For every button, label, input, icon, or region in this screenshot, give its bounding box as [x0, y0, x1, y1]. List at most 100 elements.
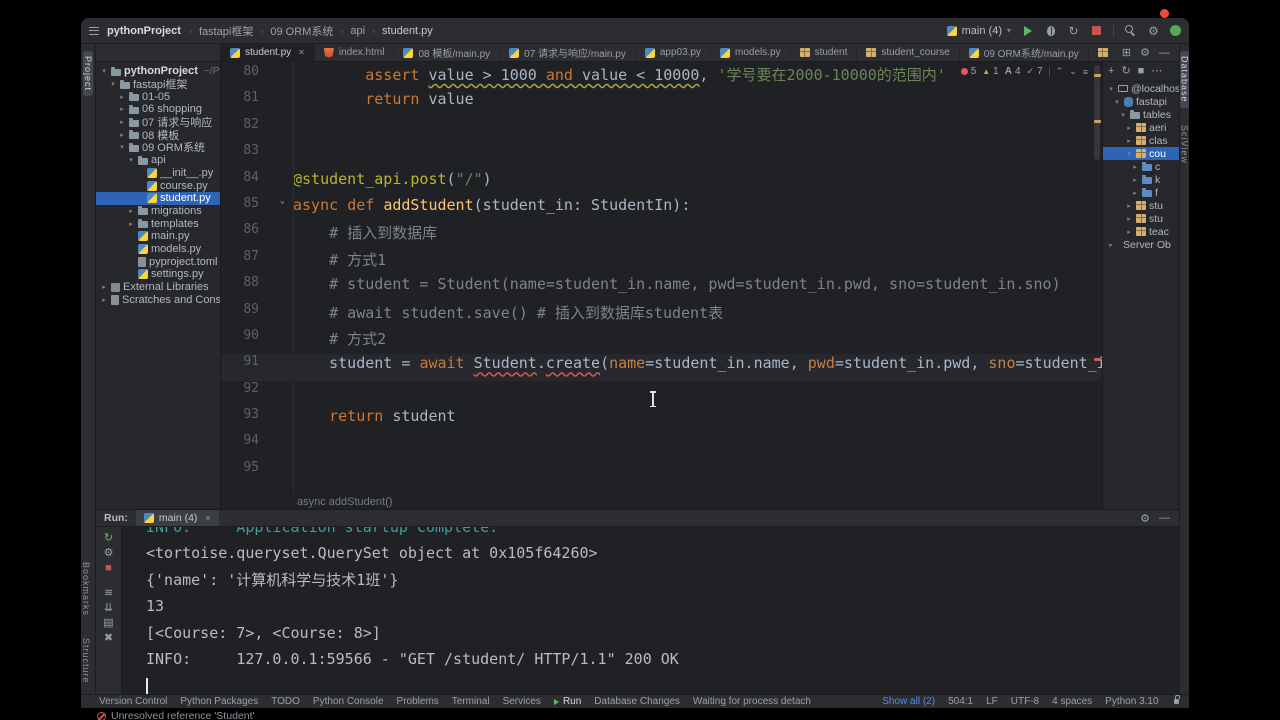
tree-item[interactable]: ▸ stu [1103, 212, 1179, 225]
tree-item[interactable]: ▸ 01-05 [96, 90, 220, 103]
tree-item[interactable]: ▾ api [96, 154, 220, 167]
statusbar-terminal[interactable]: Terminal [452, 696, 490, 707]
code-area[interactable]: 80 assert value > 1000 and value < 10000… [221, 62, 1102, 494]
code-line-95[interactable]: 95 [221, 460, 1102, 486]
run-config-selector[interactable]: main (4) ▾ [946, 25, 1011, 37]
editor-tab[interactable]: course [1089, 44, 1113, 61]
status-encoding[interactable]: UTF-8 [1011, 696, 1039, 707]
statusbar-python-console[interactable]: Python Console [313, 696, 384, 707]
tree-item[interactable]: ▸ k [1103, 173, 1179, 186]
tool-stripe-project[interactable]: Project [83, 51, 93, 97]
hide-icon[interactable]: — [1159, 512, 1170, 524]
chevron-up-icon[interactable]: ⌃ [1056, 66, 1064, 77]
tree-item[interactable]: ▸ c [1103, 160, 1179, 173]
run-tab[interactable]: main (4) ✕ [135, 510, 220, 526]
editor-tab[interactable]: 09 ORM系统/main.py [960, 44, 1089, 61]
settings-icon[interactable]: ⚙ [1140, 512, 1150, 525]
statusbar-python-packages[interactable]: Python Packages [180, 696, 258, 707]
close-icon[interactable]: ✕ [204, 514, 211, 523]
rerun-button[interactable]: ↻ [1067, 24, 1080, 37]
tool-stripe-structure[interactable]: Structure [81, 633, 91, 689]
scrollbar-thumb[interactable] [1094, 65, 1100, 160]
status-show-all[interactable]: Show all (2) [882, 696, 935, 707]
tree-item[interactable]: ▸ Scratches and Consoles [96, 293, 220, 306]
code-line-81[interactable]: 81 return value [221, 90, 1102, 116]
warning-stripe-mark[interactable] [1094, 74, 1101, 77]
hide-icon[interactable]: — [1159, 47, 1170, 59]
tree-item[interactable]: ▸ f [1103, 186, 1179, 199]
run-button[interactable] [1021, 24, 1034, 37]
print-icon[interactable]: ▤ [103, 617, 113, 629]
tree-item[interactable]: student.py [96, 191, 220, 205]
status-caret-position[interactable]: 504:1 [948, 696, 973, 707]
statusbar-problems[interactable]: Problems [397, 696, 439, 707]
chevron-down-icon[interactable]: ⌄ [1069, 66, 1077, 77]
breadcrumb-item[interactable]: student.py [382, 25, 433, 37]
tree-item[interactable]: ▾ tables [1103, 108, 1179, 121]
status-line-ending[interactable]: LF [986, 696, 998, 707]
editor-tab[interactable]: student_course [857, 44, 960, 61]
tree-item[interactable]: __init__.py [96, 167, 220, 180]
tree-item[interactable]: ▾ @localhost [1103, 82, 1179, 95]
breadcrumb-item[interactable]: 09 ORM系统 [270, 23, 333, 39]
editor-tab[interactable]: app03.py [636, 44, 711, 61]
editor-context-bar[interactable]: async addStudent() [221, 494, 1102, 509]
code-line-86[interactable]: 86 # 插入到数据库 [221, 222, 1102, 248]
code-line-89[interactable]: 89 # await student.save() # 插入到数据库studen… [221, 302, 1102, 328]
add-icon[interactable]: + [1108, 66, 1114, 77]
tree-item[interactable]: ▸ Server Ob [1103, 238, 1179, 251]
tree-item[interactable]: ▸ migrations [96, 205, 220, 218]
inspections-widget[interactable]: 5 ▲ 1 A 4 ✓ 7 ⌃ ⌄ ≡ [960, 66, 1088, 77]
statusbar-run[interactable]: Run [553, 696, 581, 707]
code-line-88[interactable]: 88 # student = Student(name=student_in.n… [221, 275, 1102, 301]
tree-item[interactable]: ▸ External Libraries [96, 281, 220, 294]
tool-stripe-sciview[interactable]: SciView [1180, 120, 1190, 169]
soft-wrap-icon[interactable]: ≋ [104, 587, 113, 599]
tree-item[interactable]: course.py [96, 179, 220, 192]
tree-item[interactable]: settings.py [96, 268, 220, 281]
editor-tab[interactable]: student.py ✕ [221, 44, 315, 61]
status-indent[interactable]: 4 spaces [1052, 696, 1092, 707]
split-icon[interactable]: ⊞ [1122, 46, 1131, 59]
statusbar-services[interactable]: Services [503, 696, 541, 707]
tree-item[interactable]: ▸ teac [1103, 225, 1179, 238]
avatar[interactable] [1170, 25, 1181, 36]
code-line-91[interactable]: 91 student = await Student.create(name=s… [221, 354, 1102, 381]
tree-item[interactable]: pyproject.toml [96, 255, 220, 268]
code-line-87[interactable]: 87 # 方式1 [221, 249, 1102, 275]
code-line-90[interactable]: 90 # 方式2 [221, 328, 1102, 354]
tree-item[interactable]: ▾ cou [1103, 147, 1179, 160]
stop-icon[interactable]: ■ [1138, 66, 1145, 77]
breadcrumb-item[interactable]: fastapi框架 [199, 23, 253, 39]
run-console[interactable]: INFO: Application startup complete. <tort… [122, 527, 1179, 694]
rerun-icon[interactable]: ↻ [104, 532, 113, 544]
status-interpreter[interactable]: Python 3.10 [1105, 696, 1158, 707]
menu-icon[interactable]: ≡ [1083, 67, 1088, 77]
tree-item[interactable]: ▸ stu [1103, 199, 1179, 212]
settings-icon[interactable]: ⚙ [104, 547, 114, 559]
statusbar-version-control[interactable]: Version Control [99, 696, 167, 707]
more-icon[interactable]: ⋯ [1151, 66, 1162, 77]
code-line-83[interactable]: 83 [221, 143, 1102, 169]
close-icon[interactable]: ✕ [298, 48, 305, 57]
stop-button[interactable] [1090, 24, 1103, 37]
code-line-93[interactable]: 93 return student [221, 407, 1102, 433]
statusbar-todo[interactable]: TODO [271, 696, 300, 707]
editor-tab[interactable]: student [791, 44, 858, 61]
clear-icon[interactable]: ✖ [104, 632, 113, 644]
breadcrumb-item[interactable]: api [350, 25, 365, 37]
tree-item[interactable]: models.py [96, 243, 220, 256]
tree-item[interactable]: ▸ clas [1103, 134, 1179, 147]
tool-stripe-database[interactable]: Database [1179, 51, 1189, 108]
code-line-85[interactable]: 85 ⌄ async def addStudent(student_in: Stud… [221, 196, 1102, 222]
stop-icon[interactable]: ■ [105, 562, 112, 574]
search-icon[interactable] [1124, 24, 1137, 37]
debug-button[interactable] [1044, 24, 1057, 37]
tool-stripe-bookmarks[interactable]: Bookmarks [81, 557, 91, 621]
editor-scrollbar[interactable] [1092, 62, 1102, 494]
editor-tab[interactable]: 08 模板/main.py [394, 44, 501, 61]
code-line-84[interactable]: 84 @student_api.post("/") [221, 170, 1102, 196]
main-menu-icon[interactable] [89, 26, 99, 35]
tree-item[interactable]: ▾ fastapi框架 [96, 78, 220, 91]
lock-icon[interactable] [1173, 695, 1181, 704]
